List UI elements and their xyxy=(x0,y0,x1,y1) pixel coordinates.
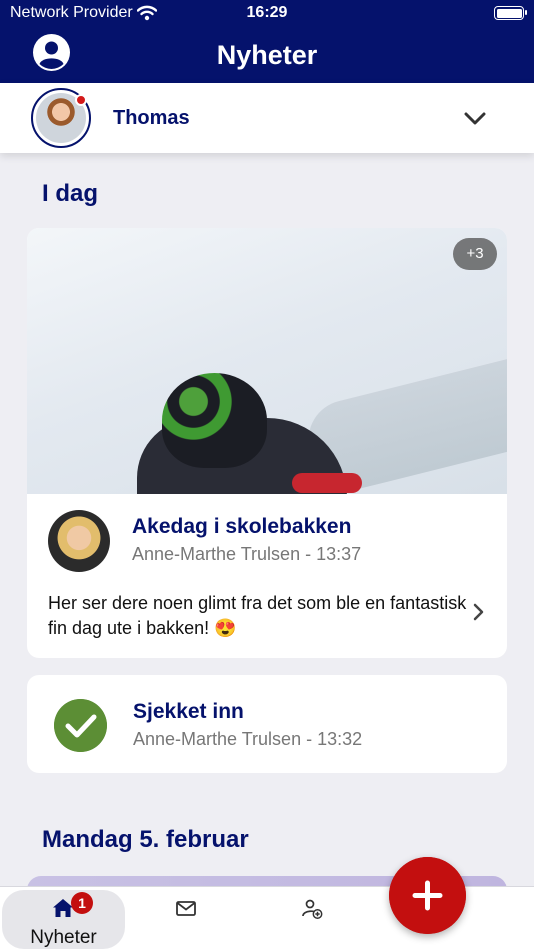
checkin-title: Sjekket inn xyxy=(133,700,244,723)
clock: 16:29 xyxy=(246,4,288,21)
news-post-card[interactable]: +3 Akedag i skolebakken Anne-Marthe Trul… xyxy=(27,228,507,658)
checkin-meta: Anne-Marthe Trulsen - 13:32 xyxy=(133,729,363,749)
tab-news[interactable]: 1 Nyheter xyxy=(2,890,125,949)
status-dot xyxy=(75,94,87,106)
add-person-icon[interactable] xyxy=(301,899,323,919)
app-header: Network Provider 16:29 Nyheter xyxy=(0,0,534,83)
tab-news-label: Nyheter xyxy=(30,927,97,948)
section-title-monday: Mandag 5. februar xyxy=(42,826,249,853)
checkmark-icon xyxy=(54,699,107,752)
section-title-today: I dag xyxy=(42,180,99,207)
status-bar: Network Provider 16:29 xyxy=(10,4,527,24)
child-avatar xyxy=(31,88,91,148)
author-avatar xyxy=(48,510,110,572)
mail-icon[interactable] xyxy=(176,901,196,916)
page-title: Nyheter xyxy=(216,40,318,70)
checkin-card[interactable]: Sjekket inn Anne-Marthe Trulsen - 13:32 xyxy=(27,675,507,773)
chevron-down-icon[interactable] xyxy=(464,112,486,126)
child-name: Thomas xyxy=(113,107,190,129)
add-button[interactable] xyxy=(389,857,466,934)
post-photo[interactable]: +3 xyxy=(27,228,507,494)
post-text: Her ser dere noen glimt fra det som ble … xyxy=(48,593,467,638)
notification-badge: 1 xyxy=(71,892,93,914)
post-title: Akedag i skolebakken xyxy=(132,515,352,538)
child-selector[interactable]: Thomas xyxy=(0,83,534,153)
more-photos-badge[interactable]: +3 xyxy=(453,238,497,270)
chevron-right-icon[interactable] xyxy=(473,603,485,621)
battery-icon xyxy=(494,6,527,20)
post-meta: Anne-Marthe Trulsen - 13:37 xyxy=(132,544,362,564)
